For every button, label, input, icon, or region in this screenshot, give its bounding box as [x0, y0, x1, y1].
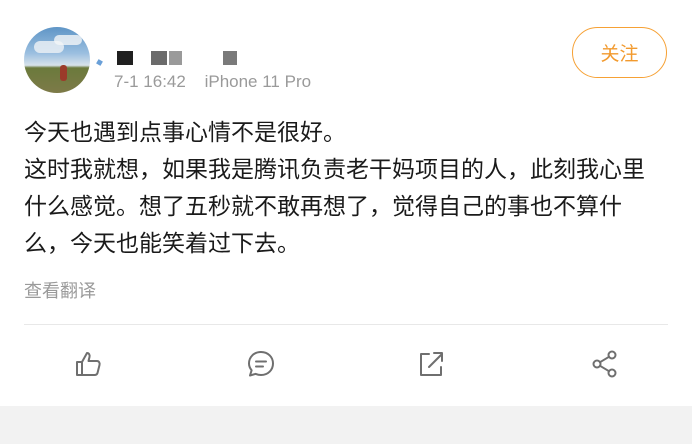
- repost-button[interactable]: [413, 346, 449, 382]
- share-button[interactable]: [587, 346, 623, 382]
- divider: [24, 324, 668, 325]
- thumb-up-icon: [76, 352, 101, 376]
- repost-icon: [420, 352, 443, 376]
- post-meta: 7-1 16:42 iPhone 11 Pro: [114, 72, 311, 92]
- follow-button[interactable]: 关注: [572, 27, 667, 78]
- post-body: 今天也遇到点事心情不是很好。 这时我就想，如果我是腾讯负责老干妈项目的人，此刻我…: [24, 115, 664, 263]
- post-time: 7-1 16:42: [114, 72, 186, 91]
- share-icon: [592, 350, 617, 378]
- avatar[interactable]: [24, 27, 90, 93]
- translate-link[interactable]: 查看翻译: [24, 277, 96, 303]
- nickname-mark: [96, 59, 103, 66]
- post-line-1: 今天也遇到点事心情不是很好。: [24, 120, 346, 146]
- like-button[interactable]: [70, 346, 106, 382]
- post-line-2: 这时我就想，如果我是腾讯负责老干妈项目的人，此刻我心里什么感觉。想了五秒就不敢再…: [24, 157, 645, 257]
- post-device: iPhone 11 Pro: [204, 72, 312, 91]
- post-card: 7-1 16:42 iPhone 11 Pro 关注 今天也遇到点事心情不是很好…: [0, 0, 692, 406]
- comment-button[interactable]: [243, 346, 279, 382]
- comment-icon: [248, 351, 274, 377]
